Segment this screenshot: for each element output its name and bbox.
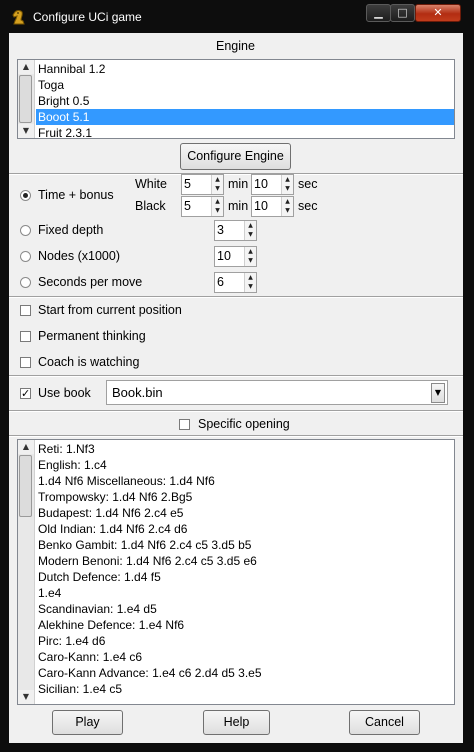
fixed-depth-stepper[interactable]: 3 ▲ ▼ [214, 220, 257, 241]
title-bar[interactable]: Configure UCi game ▁ □ ✕ [0, 0, 474, 33]
opening-item[interactable]: Pirc: 1.e4 d6 [36, 633, 454, 649]
opening-item[interactable]: Modern Benoni: 1.d4 Nf6 2.c4 c5 3.d5 e6 [36, 553, 454, 569]
time-bonus-radio[interactable] [20, 190, 31, 201]
specific-opening-label: Specific opening [198, 417, 290, 431]
book-file-value: Book.bin [112, 385, 163, 400]
openings-list-scrollbar[interactable]: ▲ ▼ [18, 440, 35, 704]
divider [9, 410, 463, 412]
scroll-thumb[interactable] [19, 75, 32, 123]
minimize-button[interactable]: ▁ [366, 4, 391, 22]
engine-list-scrollbar[interactable]: ▲ ▼ [18, 60, 35, 138]
specific-opening-checkbox[interactable] [179, 419, 190, 430]
black-sec-value[interactable]: 10 [254, 199, 268, 213]
spin-arrows-icon[interactable]: ▲ ▼ [281, 197, 293, 216]
start-current-label: Start from current position [38, 303, 182, 317]
start-current-checkbox[interactable] [20, 305, 31, 316]
engine-item-selected[interactable]: Booot 5.1 [36, 109, 454, 125]
time-bonus-label: Time + bonus [38, 188, 114, 202]
black-label: Black [135, 199, 166, 213]
coach-checkbox[interactable] [20, 357, 31, 368]
opening-item[interactable]: 1.d4 Nf6 Miscellaneous: 1.d4 Nf6 [36, 473, 454, 489]
spin-arrows-icon[interactable]: ▲ ▼ [281, 175, 293, 194]
spin-arrows-icon[interactable]: ▲ ▼ [211, 175, 223, 194]
nodes-radio[interactable] [20, 251, 31, 262]
black-sec-unit: sec [298, 199, 318, 213]
help-button[interactable]: Help [203, 710, 270, 735]
divider [9, 173, 463, 175]
close-button[interactable]: ✕ [415, 4, 461, 22]
fixed-depth-value[interactable]: 3 [217, 223, 224, 237]
opening-item[interactable]: Budapest: 1.d4 Nf6 2.c4 e5 [36, 505, 454, 521]
white-min-value[interactable]: 5 [184, 177, 191, 191]
cancel-button[interactable]: Cancel [349, 710, 420, 735]
scroll-down-arrow-icon[interactable]: ▼ [18, 690, 34, 704]
opening-item[interactable]: Dutch Defence: 1.d4 f5 [36, 569, 454, 585]
engine-item[interactable]: Bright 0.5 [36, 93, 454, 109]
scroll-up-arrow-icon[interactable]: ▲ [18, 440, 34, 454]
book-file-select[interactable]: Book.bin ▼ [106, 380, 448, 405]
seconds-per-move-stepper[interactable]: 6 ▲ ▼ [214, 272, 257, 293]
knight-icon [12, 10, 25, 25]
opening-item[interactable]: Reti: 1.Nf3 [36, 441, 454, 457]
divider [9, 296, 463, 298]
white-sec-stepper[interactable]: 10 ▲ ▼ [251, 174, 294, 195]
opening-item[interactable]: 1.e4 [36, 585, 454, 601]
configure-engine-button[interactable]: Configure Engine [180, 143, 291, 170]
spin-arrows-icon[interactable]: ▲ ▼ [244, 273, 256, 292]
black-min-stepper[interactable]: 5 ▲ ▼ [181, 196, 224, 217]
permanent-thinking-checkbox[interactable] [20, 331, 31, 342]
nodes-label: Nodes (x1000) [38, 249, 120, 263]
opening-item[interactable]: Old Indian: 1.d4 Nf6 2.c4 d6 [36, 521, 454, 537]
engine-item[interactable]: Fruit 2.3.1 [36, 125, 454, 138]
seconds-per-move-label: Seconds per move [38, 275, 143, 289]
white-sec-value[interactable]: 10 [254, 177, 268, 191]
white-label: White [135, 177, 167, 191]
divider [9, 435, 463, 437]
checkmark-icon: ✓ [21, 387, 31, 400]
opening-item[interactable]: Alekhine Defence: 1.e4 Nf6 [36, 617, 454, 633]
play-button[interactable]: Play [52, 710, 123, 735]
spin-arrows-icon[interactable]: ▲ ▼ [211, 197, 223, 216]
white-min-stepper[interactable]: 5 ▲ ▼ [181, 174, 224, 195]
black-min-unit: min [228, 199, 249, 213]
nodes-stepper[interactable]: 10 ▲ ▼ [214, 246, 257, 267]
white-min-unit: min [228, 177, 249, 191]
fixed-depth-label: Fixed depth [38, 223, 104, 237]
use-book-label: Use book [38, 386, 91, 400]
opening-item[interactable]: Caro-Kann: 1.e4 c6 [36, 649, 454, 665]
fixed-depth-radio[interactable] [20, 225, 31, 236]
seconds-per-move-value[interactable]: 6 [217, 275, 224, 289]
permanent-thinking-label: Permanent thinking [38, 329, 146, 343]
engine-header: Engine [216, 39, 255, 53]
configure-uci-game-window: Configure UCi game ▁ □ ✕ Engine ▲ ▼ Hann… [0, 0, 474, 752]
scroll-thumb[interactable] [19, 455, 32, 517]
dialog-body: Engine ▲ ▼ Hannibal 1.2 Toga Bright 0.5 … [9, 33, 463, 743]
engine-item[interactable]: Hannibal 1.2 [36, 61, 454, 77]
engine-list[interactable]: ▲ ▼ Hannibal 1.2 Toga Bright 0.5 Booot 5… [17, 59, 455, 139]
white-sec-unit: sec [298, 177, 318, 191]
black-sec-stepper[interactable]: 10 ▲ ▼ [251, 196, 294, 217]
seconds-per-move-radio[interactable] [20, 277, 31, 288]
nodes-value[interactable]: 10 [217, 249, 231, 263]
opening-item[interactable]: Scandinavian: 1.e4 d5 [36, 601, 454, 617]
engine-item[interactable]: Toga [36, 77, 454, 93]
spin-arrows-icon[interactable]: ▲ ▼ [244, 221, 256, 240]
spin-arrows-icon[interactable]: ▲ ▼ [244, 247, 256, 266]
opening-item[interactable]: Trompowsky: 1.d4 Nf6 2.Bg5 [36, 489, 454, 505]
maximize-button[interactable]: □ [390, 4, 415, 22]
scroll-up-arrow-icon[interactable]: ▲ [18, 60, 34, 74]
chevron-down-icon[interactable]: ▼ [431, 383, 445, 403]
opening-item[interactable]: Caro-Kann Advance: 1.e4 c6 2.d4 d5 3.e5 [36, 665, 454, 681]
openings-list[interactable]: ▲ ▼ Reti: 1.Nf3 English: 1.c4 1.d4 Nf6 Mis… [17, 439, 455, 705]
divider [9, 375, 463, 377]
use-book-checkbox[interactable]: ✓ [20, 388, 31, 399]
window-title: Configure UCi game [33, 10, 142, 24]
opening-item[interactable]: Sicilian: 1.e4 c5 [36, 681, 454, 697]
opening-item[interactable]: Benko Gambit: 1.d4 Nf6 2.c4 c5 3.d5 b5 [36, 537, 454, 553]
black-min-value[interactable]: 5 [184, 199, 191, 213]
scroll-down-arrow-icon[interactable]: ▼ [18, 124, 34, 138]
coach-label: Coach is watching [38, 355, 140, 369]
opening-item[interactable]: English: 1.c4 [36, 457, 454, 473]
